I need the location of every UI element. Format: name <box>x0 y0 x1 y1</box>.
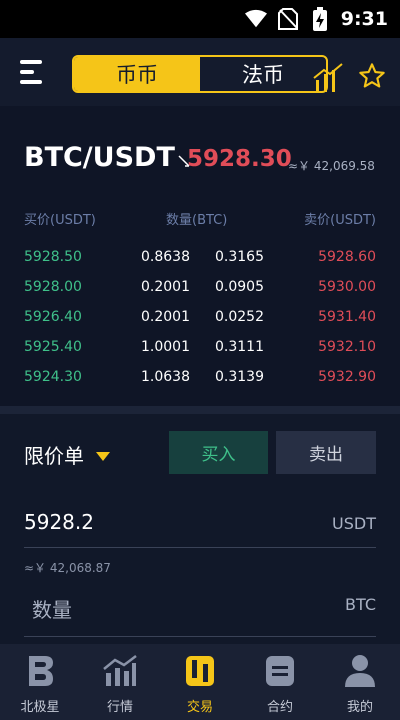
section-divider <box>0 406 400 414</box>
no-sim-icon <box>277 8 299 30</box>
orderbook-row[interactable]: 5926.40 0.2001 0.0252 5931.40 <box>0 303 400 333</box>
polaris-icon <box>22 652 58 690</box>
market-type-segmented-control: 币币 法币 <box>72 55 328 93</box>
cny-price: ≈￥ 42,069.58 <box>288 159 375 173</box>
bid-quantity: 0.8638 <box>141 249 190 265</box>
tab-label: 我的 <box>346 700 373 715</box>
status-time: 9:31 <box>340 8 388 30</box>
quantity-header: 数量(BTC) <box>166 213 228 228</box>
price-underline <box>24 547 376 548</box>
quantity-underline <box>24 636 376 637</box>
tab-label: 行情 <box>106 700 133 715</box>
order-type-select[interactable]: 限价单 <box>24 440 84 469</box>
tab-polaris[interactable]: 北极星 <box>0 644 80 720</box>
bid-price: 5926.40 <box>24 309 82 325</box>
bid-quantity: 1.0001 <box>141 339 190 355</box>
battery-charging-icon <box>309 7 331 31</box>
wifi-icon <box>244 8 267 30</box>
ask-price: 5932.90 <box>318 369 376 385</box>
ask-quantity: 0.3165 <box>215 249 264 265</box>
trading-pair[interactable]: BTC/USDT <box>24 142 175 173</box>
tab-label: 合约 <box>266 700 293 715</box>
bid-quantity: 0.2001 <box>141 279 190 295</box>
bid-price: 5924.30 <box>24 369 82 385</box>
ticker-panel: BTC/USDT 5928.30 ≈￥ 42,069.58 买价(USDT) 数… <box>0 106 400 406</box>
sell-button[interactable]: 卖出 <box>276 431 376 474</box>
kline-chart-icon[interactable] <box>312 62 344 94</box>
buy-button[interactable]: 买入 <box>169 431 268 474</box>
ask-quantity: 0.0905 <box>215 279 264 295</box>
market-chart-icon <box>102 652 138 690</box>
caret-down-icon[interactable] <box>96 447 110 461</box>
tab-profile[interactable]: 我的 <box>320 644 400 720</box>
tab-label: 北极星 <box>20 700 60 715</box>
orderbook-row[interactable]: 5925.40 1.0001 0.3111 5932.10 <box>0 333 400 363</box>
ask-price-header: 卖价(USDT) <box>304 213 376 228</box>
bid-price: 5928.50 <box>24 249 82 265</box>
ask-quantity: 0.3111 <box>215 339 264 355</box>
orderbook-row[interactable]: 5928.00 0.2001 0.0905 5930.00 <box>0 273 400 303</box>
order-form: 限价单 买入 卖出 5928.2 USDT ≈￥ 42,068.87 数量 BT… <box>0 414 400 644</box>
ask-price: 5928.60 <box>318 249 376 265</box>
ask-price: 5930.00 <box>318 279 376 295</box>
tab-fiat[interactable]: 法币 <box>200 57 326 91</box>
favorite-star-icon[interactable] <box>358 62 388 92</box>
contract-icon <box>262 652 298 690</box>
price-input[interactable]: 5928.2 <box>24 510 94 534</box>
price-cny-equivalent: ≈￥ 42,068.87 <box>24 561 111 575</box>
bid-price-header: 买价(USDT) <box>24 213 96 228</box>
bottom-tab-bar: 北极星 行情 交易 合约 我的 <box>0 644 400 720</box>
quantity-unit: BTC <box>345 595 376 614</box>
ask-quantity: 0.0252 <box>215 309 264 325</box>
top-nav: 币币 法币 <box>0 38 400 106</box>
tab-coin-coin[interactable]: 币币 <box>74 57 200 91</box>
tab-contract[interactable]: 合约 <box>240 644 320 720</box>
tab-trade[interactable]: 交易 <box>160 644 240 720</box>
status-bar: 9:31 <box>0 0 400 38</box>
ask-price: 5932.10 <box>318 339 376 355</box>
quantity-input[interactable]: 数量 <box>32 594 72 623</box>
price-unit: USDT <box>332 514 376 533</box>
tab-market[interactable]: 行情 <box>80 644 160 720</box>
orderbook-row[interactable]: 5928.50 0.8638 0.3165 5928.60 <box>0 243 400 273</box>
orderbook-row[interactable]: 5924.30 1.0638 0.3139 5932.90 <box>0 363 400 393</box>
ask-quantity: 0.3139 <box>215 369 264 385</box>
bid-quantity: 0.2001 <box>141 309 190 325</box>
trade-icon <box>182 652 218 690</box>
bid-price: 5925.40 <box>24 339 82 355</box>
bid-price: 5928.00 <box>24 279 82 295</box>
bid-quantity: 1.0638 <box>141 369 190 385</box>
last-price: 5928.30 <box>187 146 292 172</box>
ask-price: 5931.40 <box>318 309 376 325</box>
menu-icon[interactable] <box>20 60 48 86</box>
profile-icon <box>342 652 378 690</box>
tab-label: 交易 <box>186 700 213 715</box>
